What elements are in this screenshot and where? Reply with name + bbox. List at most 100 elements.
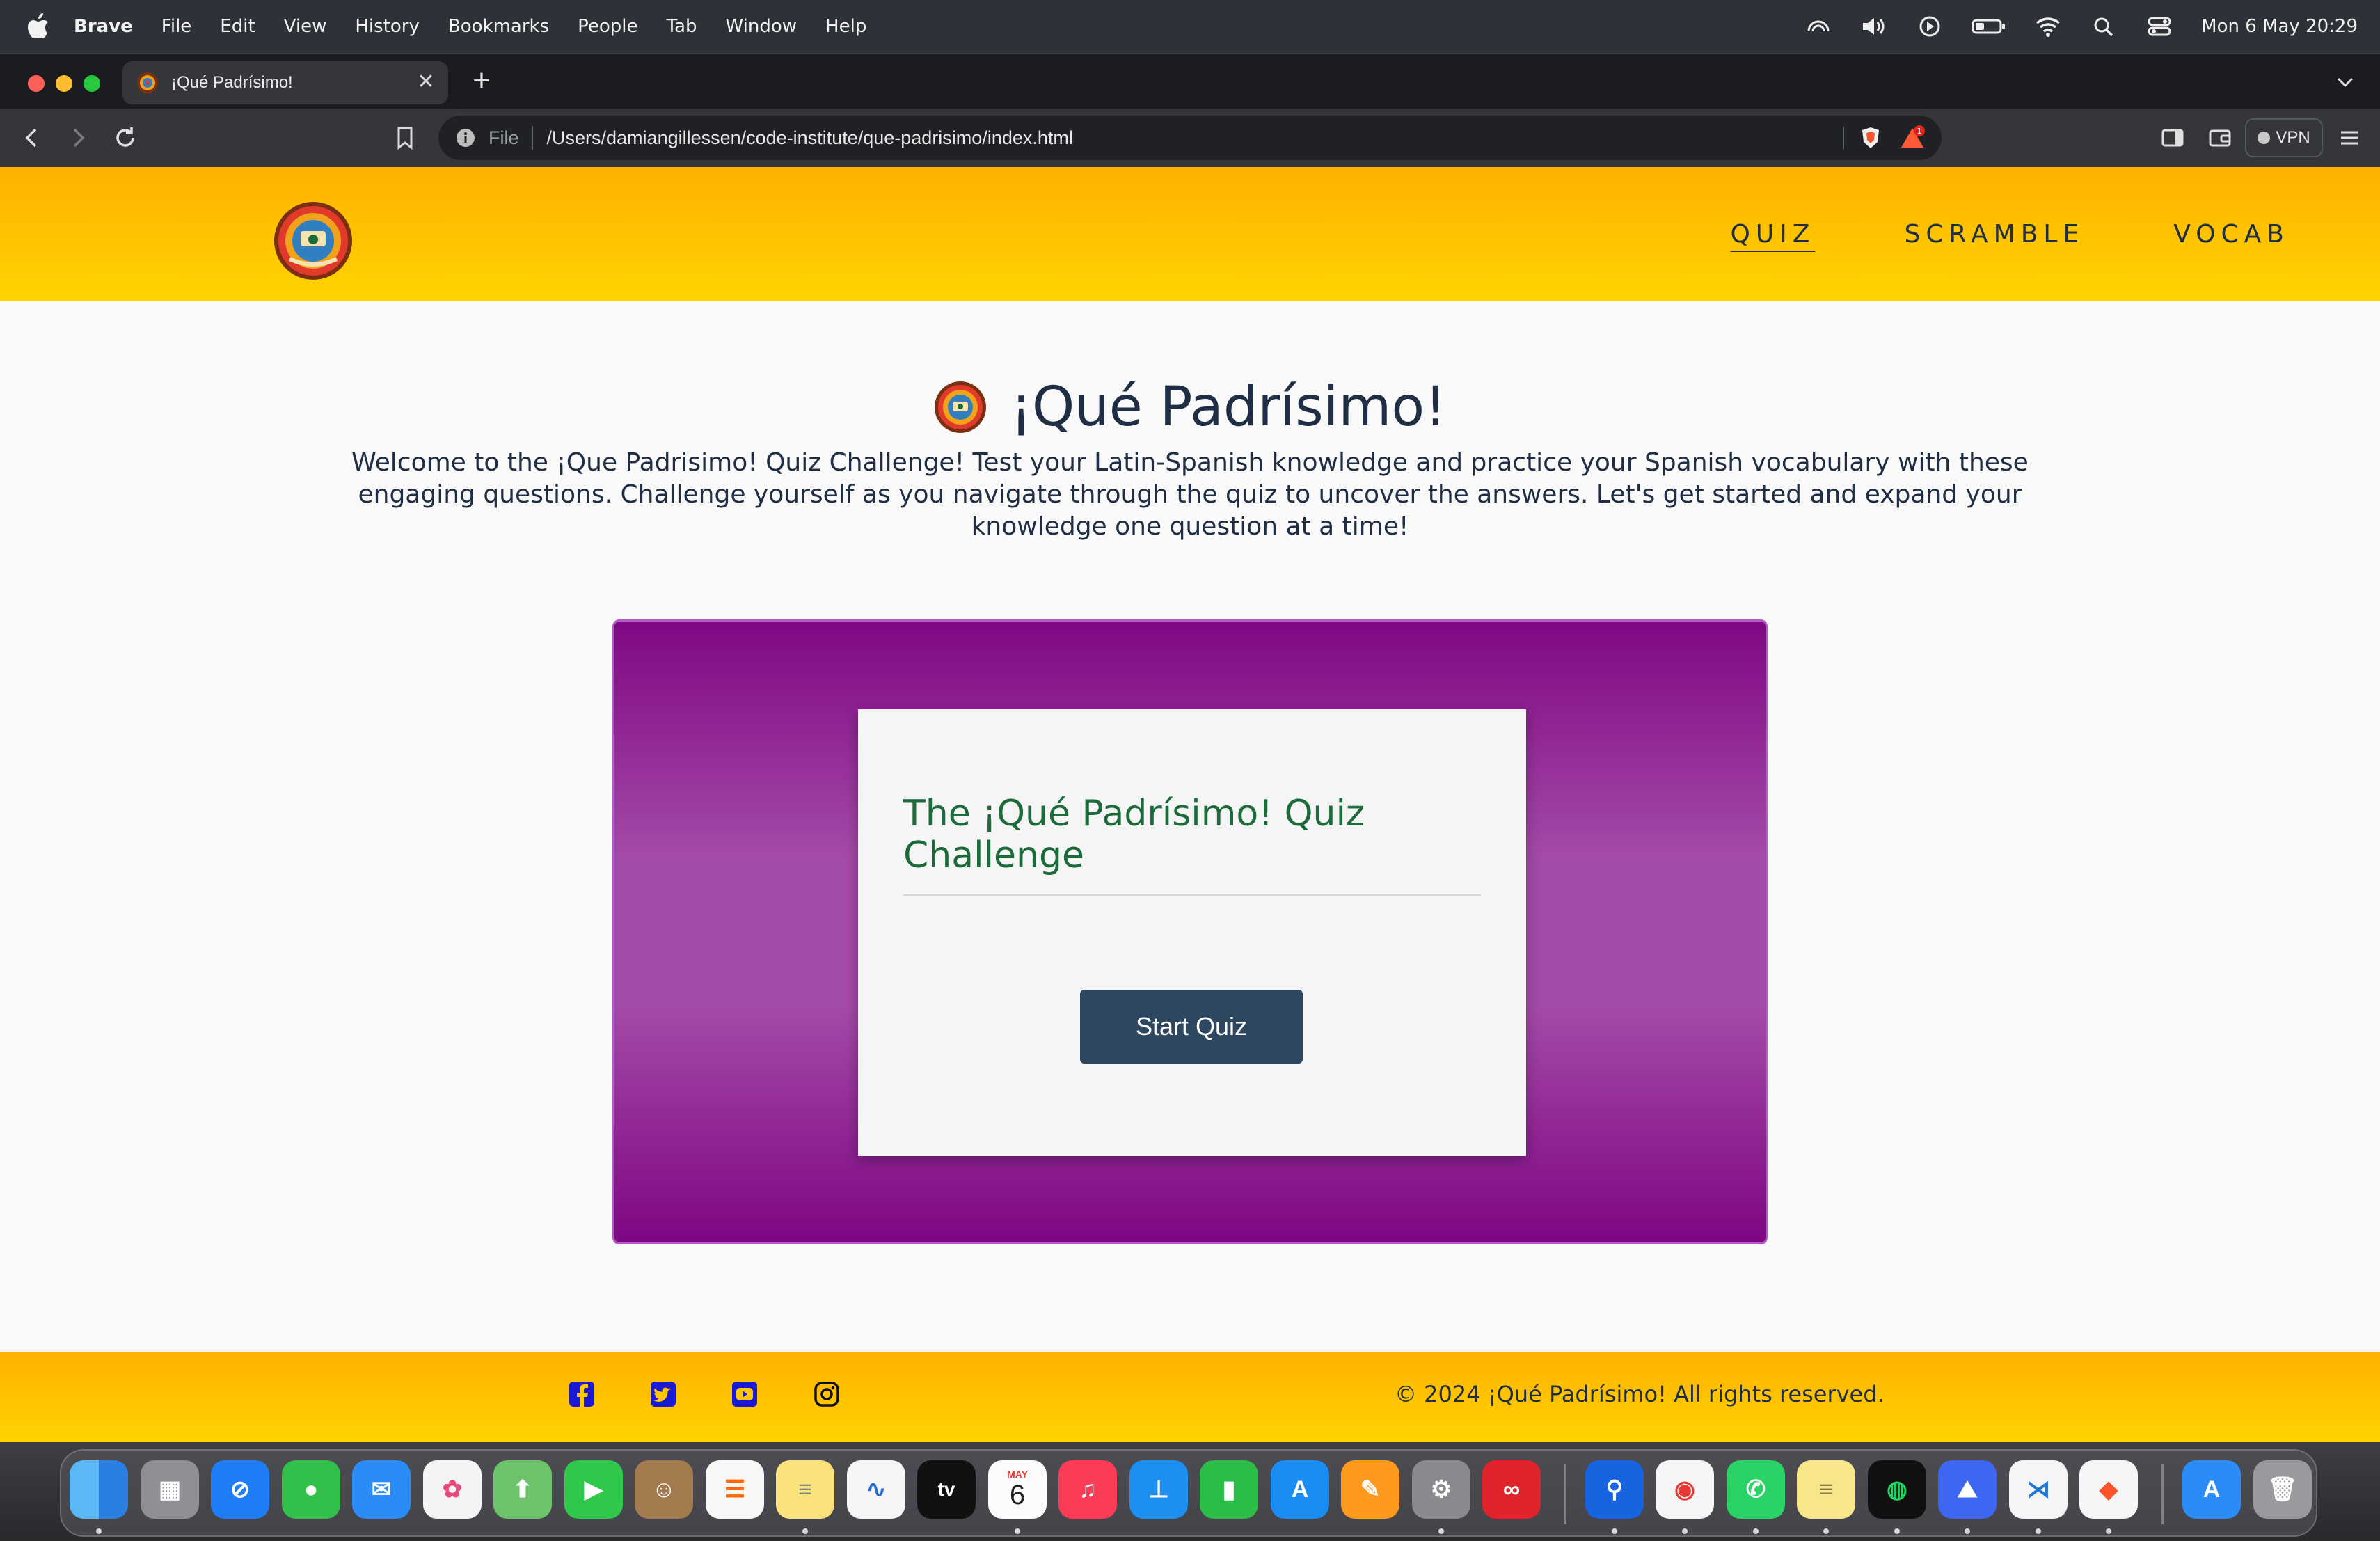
url-scheme-label: File xyxy=(489,127,519,148)
creative-cloud-icon[interactable]: ∞ xyxy=(1482,1460,1541,1519)
brave-rewards-icon[interactable]: 1 xyxy=(1898,124,1926,152)
back-arrow-icon[interactable] xyxy=(17,123,47,153)
nordvpn-icon[interactable]: ⛰ xyxy=(1938,1460,1997,1519)
vpn-button[interactable]: VPN xyxy=(2245,118,2323,157)
reload-icon[interactable] xyxy=(110,123,141,153)
photos-icon[interactable]: ✿ xyxy=(423,1460,482,1519)
menu-app-name[interactable]: Brave xyxy=(74,16,133,37)
menu-history[interactable]: History xyxy=(355,16,420,37)
nav-link-vocab[interactable]: VOCAB xyxy=(2173,220,2290,248)
safari-icon[interactable]: ⊘ xyxy=(211,1460,269,1519)
freeform-icon[interactable]: ∿ xyxy=(847,1460,905,1519)
menu-window[interactable]: Window xyxy=(726,16,798,37)
pages-icon[interactable]: ✎ xyxy=(1341,1460,1399,1519)
dock-running-indicator xyxy=(802,1528,808,1534)
youtube-icon[interactable] xyxy=(730,1380,759,1409)
menu-clock[interactable]: Mon 6 May 20:29 xyxy=(2201,16,2358,37)
numbers-icon[interactable]: ▮ xyxy=(1200,1460,1258,1519)
sidebar-toggle-icon[interactable] xyxy=(2157,123,2188,153)
calendar-icon[interactable]: MAY 6 xyxy=(988,1460,1047,1519)
spotify-icon[interactable]: ◍ xyxy=(1868,1460,1926,1519)
dock: ▦ ⊘ ● ✉ ✿ ⬆ ▶ ☺ ☰ ≡ ∿ tv MAY 6 ♫ ⊥ ▮ A ✎… xyxy=(60,1449,2317,1537)
contacts-icon[interactable]: ☺ xyxy=(635,1460,693,1519)
facetime-icon[interactable]: ▶ xyxy=(564,1460,623,1519)
dock-running-indicator xyxy=(1965,1528,1970,1534)
quiz-card: The ¡Qué Padrísimo! Quiz Challenge Start… xyxy=(858,709,1526,1156)
dock-running-indicator xyxy=(1438,1528,1444,1534)
airplay-audio-icon[interactable] xyxy=(1804,15,1832,38)
brave-shields-icon[interactable] xyxy=(1858,125,1883,150)
trash-icon[interactable]: 🗑 xyxy=(2253,1460,2312,1519)
start-quiz-button[interactable]: Start Quiz xyxy=(1080,990,1303,1064)
dock-running-indicator xyxy=(1823,1528,1829,1534)
brave-icon[interactable]: ◆ xyxy=(2079,1460,2138,1519)
instagram-icon[interactable] xyxy=(812,1380,841,1409)
maps-pin-icon[interactable]: ⚲ xyxy=(1585,1460,1644,1519)
system-settings-icon[interactable]: ⚙ xyxy=(1412,1460,1470,1519)
menu-view[interactable]: View xyxy=(284,16,327,37)
bookmark-icon[interactable] xyxy=(390,123,420,153)
rewards-badge-count: 1 xyxy=(1917,127,1922,136)
chrome-icon[interactable]: ◉ xyxy=(1656,1460,1714,1519)
page-title: ¡Qué Padrísimo! xyxy=(1010,376,1447,438)
whatsapp-icon[interactable]: ✆ xyxy=(1727,1460,1785,1519)
messages-icon[interactable]: ● xyxy=(282,1460,340,1519)
menu-extras: Mon 6 May 20:29 xyxy=(1804,0,2358,53)
site-nav: QUIZ SCRAMBLE VOCAB xyxy=(1731,167,2380,301)
battery-icon[interactable] xyxy=(1972,15,2006,38)
forward-arrow-icon[interactable] xyxy=(63,123,93,153)
now-playing-icon[interactable] xyxy=(1916,15,1944,38)
launchpad-icon[interactable]: ▦ xyxy=(141,1460,199,1519)
app-store-icon[interactable]: A xyxy=(1271,1460,1329,1519)
quiz-area: The ¡Qué Padrísimo! Quiz Challenge Start… xyxy=(612,619,1768,1244)
control-center-icon[interactable] xyxy=(2145,15,2173,38)
facebook-icon[interactable] xyxy=(567,1380,596,1409)
wifi-icon[interactable] xyxy=(2034,15,2062,38)
new-tab-button[interactable]: + xyxy=(466,61,497,100)
twitter-icon[interactable] xyxy=(649,1380,678,1409)
window-minimize-button[interactable] xyxy=(56,75,72,92)
tab-close-icon[interactable]: ✕ xyxy=(415,71,437,93)
footer-copyright: © 2024 ¡Qué Padrísimo! All rights reserv… xyxy=(1395,1381,1885,1407)
dock-running-indicator xyxy=(1682,1528,1688,1534)
address-bar[interactable]: File /Users/damiangillessen/code-institu… xyxy=(438,116,1942,160)
nav-link-quiz[interactable]: QUIZ xyxy=(1731,220,1816,248)
mail-icon[interactable]: ✉ xyxy=(352,1460,411,1519)
site-info-icon[interactable] xyxy=(455,127,476,148)
wallet-icon[interactable] xyxy=(2205,123,2235,153)
menu-edit[interactable]: Edit xyxy=(220,16,255,37)
dock-separator xyxy=(1564,1464,1566,1524)
nav-link-scramble[interactable]: SCRAMBLE xyxy=(1904,220,2084,248)
window-close-button[interactable] xyxy=(28,75,45,92)
app-store-downloads-icon[interactable]: A xyxy=(2182,1460,2241,1519)
menu-help[interactable]: Help xyxy=(825,16,866,37)
menu-people[interactable]: People xyxy=(578,16,637,37)
volume-icon[interactable] xyxy=(1860,15,1888,38)
dock-running-indicator xyxy=(2036,1528,2041,1534)
hamburger-menu-icon[interactable] xyxy=(2334,123,2365,153)
notes-icon[interactable]: ≡ xyxy=(776,1460,834,1519)
finder-icon[interactable] xyxy=(70,1460,128,1519)
tab-search-chevron-down-icon[interactable] xyxy=(2331,68,2359,96)
apple-logo-icon[interactable] xyxy=(26,13,50,40)
maps-icon[interactable]: ⬆ xyxy=(493,1460,552,1519)
site-logo-icon[interactable] xyxy=(273,200,354,281)
spotlight-search-icon[interactable] xyxy=(2090,15,2118,38)
keynote-icon[interactable]: ⊥ xyxy=(1129,1460,1188,1519)
dock-separator xyxy=(2161,1464,2164,1524)
apple-tv-icon[interactable]: tv xyxy=(917,1460,976,1519)
vscode-icon[interactable]: ⋊ xyxy=(2009,1460,2068,1519)
dock-running-indicator xyxy=(1612,1528,1617,1534)
dock-running-indicator xyxy=(1894,1528,1900,1534)
menu-tab[interactable]: Tab xyxy=(667,16,697,37)
menu-file[interactable]: File xyxy=(161,16,192,37)
browser-tab-title: ¡Qué Padrísimo! xyxy=(171,73,293,92)
browser-tab-active[interactable]: ¡Qué Padrísimo! ✕ xyxy=(122,61,448,104)
url-text[interactable]: /Users/damiangillessen/code-institute/qu… xyxy=(547,127,1073,149)
stickies-icon[interactable]: ≡ xyxy=(1797,1460,1855,1519)
window-zoom-button[interactable] xyxy=(84,75,100,92)
title-logo-icon xyxy=(934,381,986,433)
menu-bookmarks[interactable]: Bookmarks xyxy=(448,16,549,37)
music-icon[interactable]: ♫ xyxy=(1058,1460,1117,1519)
reminders-icon[interactable]: ☰ xyxy=(706,1460,764,1519)
